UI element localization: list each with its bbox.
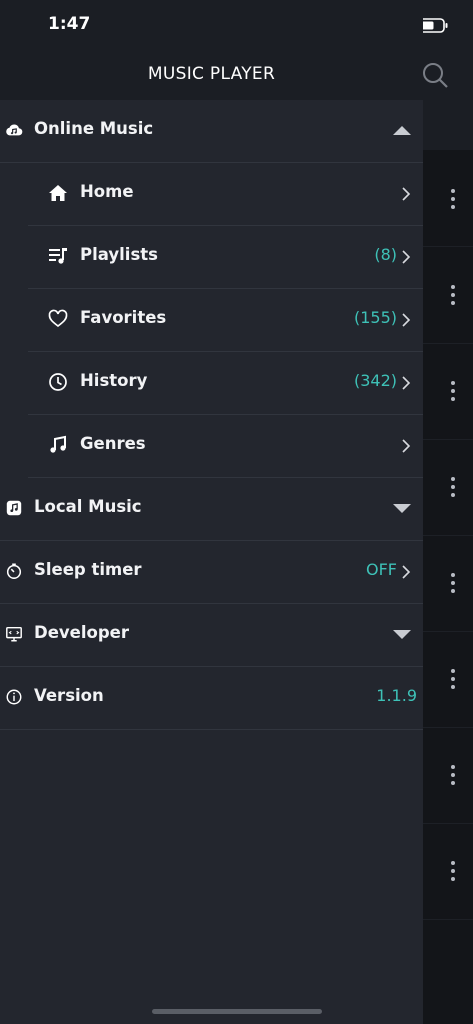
menu-item-label: Sleep timer: [34, 560, 142, 579]
more-options-icon[interactable]: [450, 573, 456, 595]
menu-item-label: Online Music: [34, 119, 154, 138]
menu-item-local-music[interactable]: Local Music: [0, 478, 423, 541]
menu-item-label: Version: [34, 686, 104, 705]
chevron-right-icon: [402, 313, 411, 327]
playlists-count: (8): [374, 245, 397, 264]
menu-item-label: Playlists: [80, 245, 158, 264]
favorites-count: (155): [353, 308, 397, 327]
list-item[interactable]: [423, 150, 473, 247]
expand-icon[interactable]: [393, 630, 411, 639]
more-options-icon[interactable]: [450, 861, 456, 883]
menu-item-developer[interactable]: Developer: [0, 604, 423, 667]
menu-item-history[interactable]: History (342): [28, 352, 423, 415]
more-options-icon[interactable]: [450, 381, 456, 403]
list-item[interactable]: [423, 631, 473, 728]
timer-icon: [6, 563, 22, 579]
monitor-icon: [6, 626, 22, 642]
list-item[interactable]: [423, 535, 473, 632]
collapse-icon[interactable]: [393, 126, 411, 135]
navigation-drawer: 1:47 MUSIC PLAYER Online Music Home Play…: [0, 0, 423, 1024]
playlist-icon: [49, 248, 67, 264]
chevron-right-icon: [402, 250, 411, 264]
list-item[interactable]: [423, 439, 473, 536]
list-item[interactable]: [423, 727, 473, 824]
more-options-icon[interactable]: [450, 765, 456, 787]
menu-item-favorites[interactable]: Favorites (155): [28, 289, 423, 352]
history-count: (342): [353, 371, 397, 390]
more-options-icon[interactable]: [450, 669, 456, 691]
home-indicator[interactable]: [152, 1009, 322, 1014]
chevron-right-icon: [402, 187, 411, 201]
info-icon: [6, 689, 22, 705]
menu-item-genres[interactable]: Genres: [28, 415, 423, 478]
menu-item-label: History: [80, 371, 148, 390]
menu-item-label: Developer: [34, 623, 129, 642]
clock-icon: [49, 373, 67, 391]
menu-item-label: Home: [80, 182, 134, 201]
menu-item-version: Version 1.1.9: [0, 667, 423, 730]
menu-item-home[interactable]: Home: [28, 163, 423, 226]
list-item[interactable]: [423, 343, 473, 440]
chevron-right-icon: [402, 439, 411, 453]
page-title: MUSIC PLAYER: [147, 64, 276, 84]
home-icon: [49, 185, 67, 201]
more-options-icon[interactable]: [450, 477, 456, 499]
menu-item-label: Favorites: [80, 308, 167, 327]
list-item[interactable]: [423, 823, 473, 920]
list-item[interactable]: [423, 247, 473, 344]
version-value: 1.1.9: [376, 686, 417, 705]
local-music-icon: [6, 500, 22, 516]
music-note-icon: [50, 435, 66, 453]
menu-item-label: Local Music: [34, 497, 142, 516]
battery-icon: [418, 18, 448, 33]
expand-icon[interactable]: [393, 504, 411, 513]
menu-item-sleep-timer[interactable]: Sleep timer OFF: [0, 541, 423, 604]
more-options-icon[interactable]: [450, 285, 456, 307]
more-options-icon[interactable]: [450, 189, 456, 211]
sleep-timer-value: OFF: [366, 560, 397, 579]
heart-icon: [48, 309, 68, 328]
search-icon[interactable]: [420, 60, 450, 90]
menu-item-online-music[interactable]: Online Music: [0, 100, 423, 163]
drawer-header: 1:47 MUSIC PLAYER: [0, 0, 423, 100]
menu-item-playlists[interactable]: Playlists (8): [28, 226, 423, 289]
drawer-menu: Online Music Home Playlists (8) Favorite…: [0, 100, 423, 730]
cloud-music-icon: [6, 124, 23, 136]
menu-item-label: Genres: [80, 434, 146, 453]
chevron-right-icon: [402, 376, 411, 390]
status-time: 1:47: [48, 14, 91, 34]
chevron-right-icon: [402, 565, 411, 579]
